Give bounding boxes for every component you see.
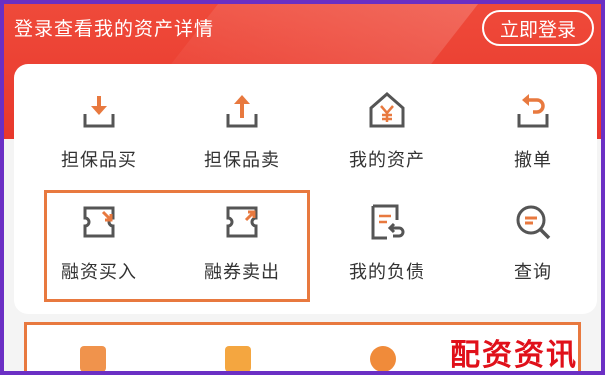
menu-label: 我的负债 — [349, 262, 425, 283]
shortcut-icon[interactable] — [80, 346, 106, 371]
menu-label: 担保品买 — [61, 150, 137, 171]
menu-label: 我的资产 — [349, 150, 425, 171]
menu-item-cancel-order[interactable]: 撤单 — [468, 86, 598, 186]
login-prompt[interactable]: 登录查看我的资产详情 — [14, 14, 214, 41]
menu-item-query[interactable]: 查询 — [468, 198, 598, 298]
login-button[interactable]: 立即登录 — [482, 10, 594, 46]
watermark-text: 配资资讯 — [450, 338, 578, 371]
menu-item-my-assets[interactable]: 我的资产 — [322, 86, 452, 186]
house-yen-icon — [369, 92, 405, 128]
shortcut-icon[interactable] — [370, 346, 396, 371]
search-icon — [516, 205, 551, 240]
upload-tray-icon — [226, 95, 258, 128]
menu-item-collateral-buy[interactable]: 担保品买 — [34, 86, 164, 186]
menu-item-collateral-sell[interactable]: 担保品卖 — [177, 86, 307, 186]
download-tray-icon — [83, 96, 115, 128]
menu-label: 担保品卖 — [204, 150, 280, 171]
menu-item-my-liabilities[interactable]: 我的负债 — [322, 198, 452, 298]
undo-tray-icon — [517, 94, 549, 128]
margin-trade-highlight — [44, 190, 310, 302]
menu-label: 查询 — [514, 262, 552, 283]
app-frame: 登录查看我的资产详情 立即登录 担保品买 担保品卖 我的资产 撤单 融资买入 融… — [4, 4, 601, 371]
menu-label: 撤单 — [514, 150, 552, 171]
document-return-icon — [371, 204, 405, 240]
shortcut-icon[interactable] — [225, 346, 251, 371]
